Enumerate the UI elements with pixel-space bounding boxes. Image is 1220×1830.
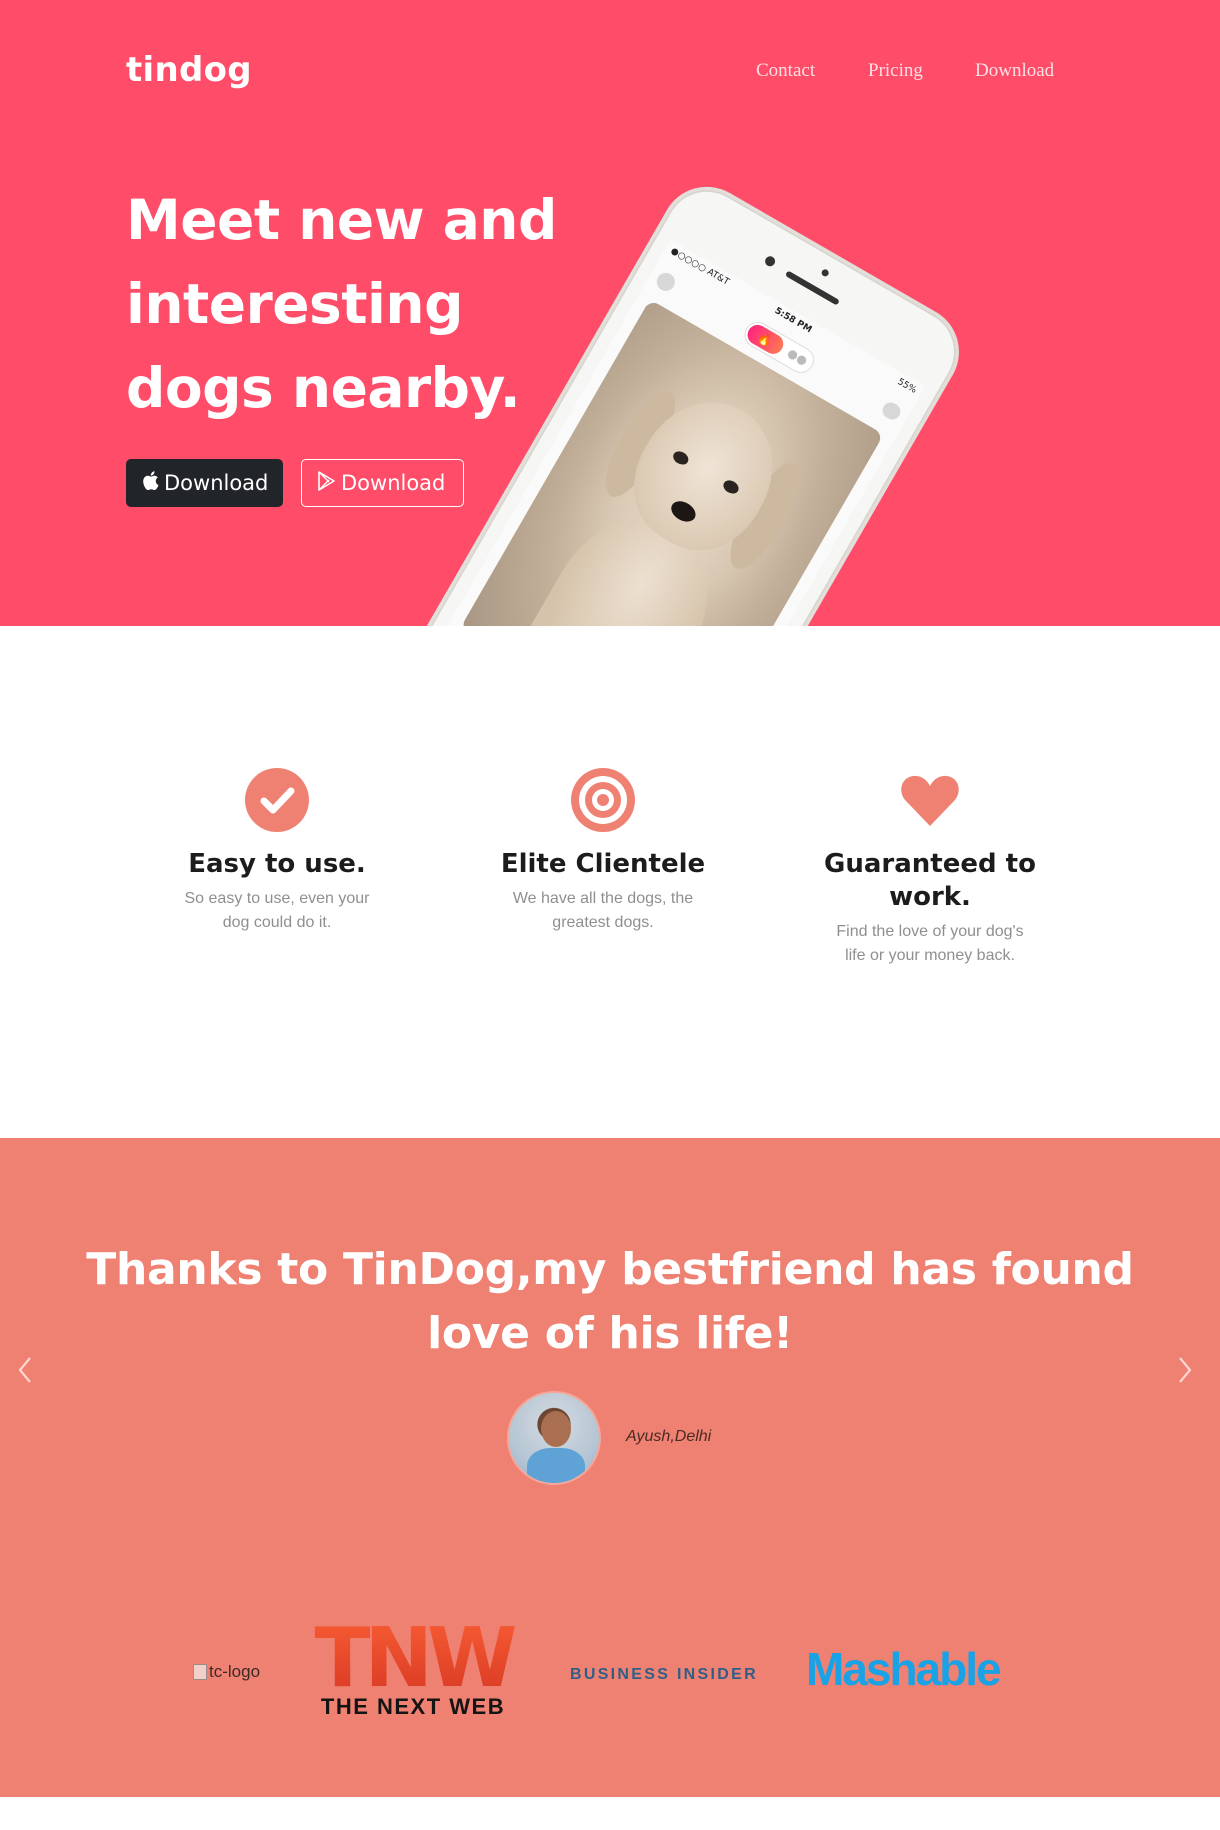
apple-download-button[interactable]: Download — [126, 459, 283, 507]
testimonial-quote: Thanks to TinDog,my bestfriend has found… — [86, 1244, 1134, 1359]
mashable-logo: Mashable — [806, 1643, 1002, 1695]
carousel-prev-icon[interactable] — [10, 1350, 40, 1390]
nav-contact[interactable]: Contact — [756, 60, 815, 82]
author-avatar — [507, 1391, 601, 1485]
google-play-download-label: Download — [341, 471, 446, 495]
apple-icon — [143, 471, 159, 495]
feature-easy-to-use: Easy to use. So easy to use, even your d… — [147, 768, 407, 935]
broken-image-icon — [193, 1664, 207, 1680]
feature-description: So easy to use, even your dog could do i… — [184, 890, 370, 931]
top-nav: Contact Pricing Download — [0, 60, 1220, 90]
hero-section: tindog Contact Pricing Download Meet new… — [0, 0, 1220, 626]
techcrunch-logo: tc-logo — [193, 1662, 260, 1682]
feature-description: We have all the dogs, the greatest dogs. — [512, 890, 694, 931]
press-logos: tc-logo TNW THE NEXT WEB BUSINESS INSIDE… — [0, 1580, 1220, 1719]
feature-elite-clientele: Elite Clientele We have all the dogs, th… — [473, 768, 733, 935]
tnw-wordmark: THE NEXT WEB — [320, 1694, 506, 1719]
tnw-mark: TNW — [308, 1618, 518, 1700]
tnw-logo: TNW THE NEXT WEB — [308, 1618, 518, 1730]
business-insider-logo: BUSINESS INSIDER — [570, 1666, 758, 1683]
heart-icon — [901, 775, 959, 826]
nav-pricing[interactable]: Pricing — [868, 60, 923, 82]
feature-guaranteed: Guaranteed to work. Find the love of you… — [800, 768, 1060, 968]
features-section: Easy to use. So easy to use, even your d… — [0, 626, 1220, 1138]
feature-title: Easy to use. — [188, 849, 366, 879]
profile-icon — [653, 269, 679, 295]
hero-title: Meet new and interesting dogs nearby. — [126, 188, 557, 420]
battery-label: 55% — [895, 377, 919, 396]
google-play-icon — [318, 470, 336, 496]
feature-title: Guaranteed to work. — [824, 849, 1036, 912]
chat-icon — [879, 399, 904, 423]
check-circle-icon — [245, 768, 309, 832]
testimonial-author: Ayush,Delhi — [626, 1428, 712, 1445]
feature-description: Find the love of your dog's life or your… — [836, 923, 1024, 964]
bullseye-icon — [571, 768, 635, 832]
apple-download-label: Download — [164, 471, 269, 495]
feature-title: Elite Clientele — [500, 849, 706, 879]
people-icon: ●● — [784, 345, 811, 369]
carousel-next-icon[interactable] — [1170, 1350, 1200, 1390]
tc-logo-alt: tc-logo — [209, 1662, 261, 1681]
nav-download[interactable]: Download — [975, 60, 1054, 82]
google-play-download-button[interactable]: Download — [301, 459, 464, 507]
